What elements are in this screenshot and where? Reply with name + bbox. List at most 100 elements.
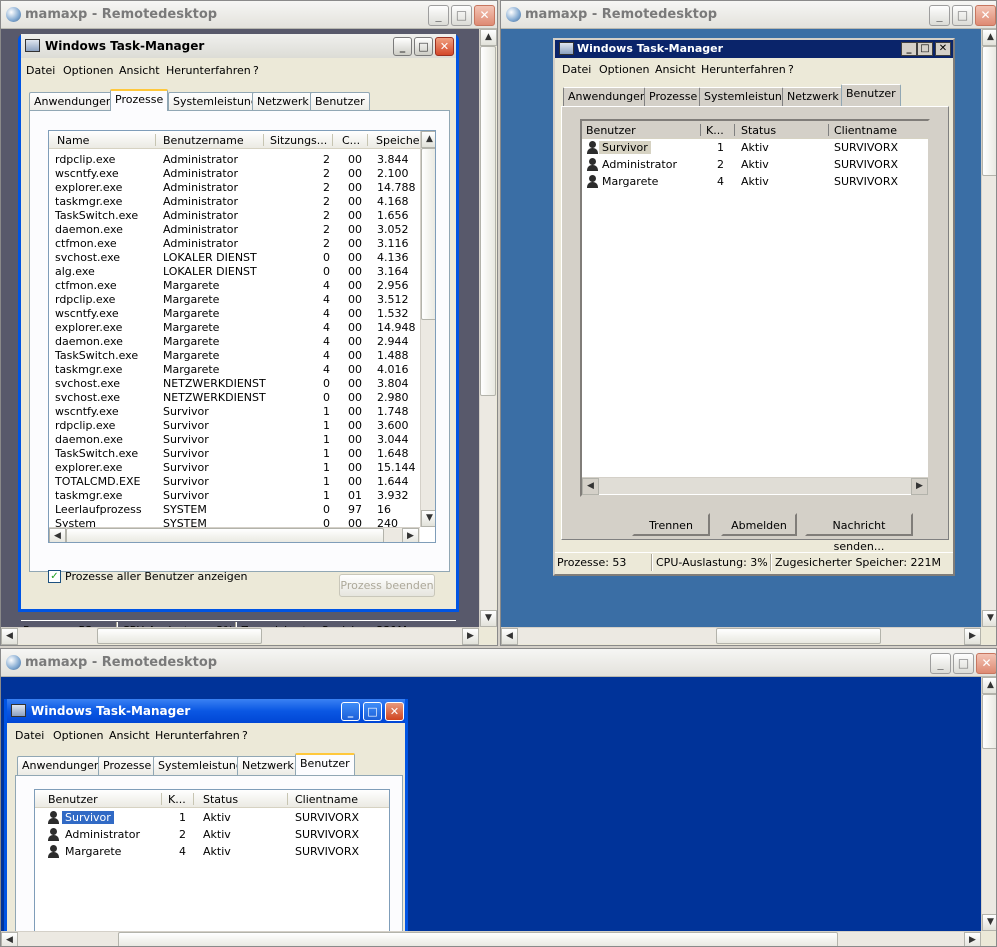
process-row[interactable]: ctfmon.exe Administrator 2 00 3.116 xyxy=(49,237,420,251)
col-clientname[interactable]: Clientname xyxy=(834,124,897,137)
minimize-icon[interactable]: _ xyxy=(341,702,360,721)
user-row[interactable]: Survivor 1 Aktiv SURVIVORX xyxy=(582,141,922,155)
tab-netzwerk[interactable]: Netzwerk xyxy=(252,92,314,111)
col-kennung[interactable]: K... xyxy=(706,124,724,137)
process-list-vscroll[interactable]: ▲ ▼ xyxy=(420,131,435,527)
scroll-left-icon[interactable]: ◀ xyxy=(501,628,518,645)
user-row[interactable]: Survivor 1 Aktiv SURVIVORX xyxy=(35,811,375,825)
scroll-right-icon[interactable]: ▶ xyxy=(462,628,479,645)
tab-anwendungen[interactable]: Anwendungen xyxy=(29,92,118,111)
close-icon[interactable]: ✕ xyxy=(975,5,996,26)
col-speicher[interactable]: Speicher xyxy=(376,134,424,147)
minimize-icon[interactable]: _ xyxy=(428,5,449,26)
end-process-button[interactable]: Prozess beenden xyxy=(339,574,435,597)
menu-datei[interactable]: Datei xyxy=(15,729,44,742)
col-benutzername[interactable]: Benutzername xyxy=(163,134,244,147)
remote-titlebar[interactable]: mamaxp - Remotedesktop _ □ ✕ xyxy=(501,1,996,29)
process-row[interactable]: Leerlaufprozess SYSTEM 0 97 16 xyxy=(49,503,420,517)
remote-vscroll[interactable]: ▲ ▼ xyxy=(981,677,996,931)
scroll-thumb[interactable] xyxy=(118,932,838,946)
process-row[interactable]: ctfmon.exe Margarete 4 00 2.956 xyxy=(49,279,420,293)
scroll-right-icon[interactable]: ▶ xyxy=(911,478,928,495)
scroll-up-icon[interactable]: ▲ xyxy=(982,29,996,46)
process-row[interactable]: explorer.exe Margarete 4 00 14.948 xyxy=(49,321,420,335)
scroll-thumb[interactable] xyxy=(982,46,996,176)
menu-herunterfahren[interactable]: Herunterfahren xyxy=(155,729,240,742)
menu-help[interactable]: ? xyxy=(253,64,259,77)
process-row[interactable]: wscntfy.exe Survivor 1 00 1.748 xyxy=(49,405,420,419)
process-row[interactable]: TOTALCMD.EXE Survivor 1 00 1.644 xyxy=(49,475,420,489)
remote-titlebar[interactable]: mamaxp - Remotedesktop _ □ ✕ xyxy=(1,649,996,677)
remote-vscroll[interactable]: ▲ ▼ xyxy=(479,29,497,627)
maximize-icon[interactable]: □ xyxy=(917,42,933,56)
menu-herunterfahren[interactable]: Herunterfahren xyxy=(701,63,786,76)
col-kennung[interactable]: K... xyxy=(168,793,186,806)
remote-hscroll[interactable]: ◀ ▶ xyxy=(1,931,981,946)
send-message-button[interactable]: Nachricht senden... xyxy=(805,513,913,553)
tab-systemleistung[interactable]: Systemleistung xyxy=(168,92,263,111)
user-row[interactable]: Administrator 2 Aktiv SURVIVORX xyxy=(35,828,375,842)
process-row[interactable]: TaskSwitch.exe Margarete 4 00 1.488 xyxy=(49,349,420,363)
maximize-icon[interactable]: □ xyxy=(363,702,382,721)
process-row[interactable]: svchost.exe LOKALER DIENST 0 00 4.136 xyxy=(49,251,420,265)
col-cpu[interactable]: C... xyxy=(342,134,360,147)
menu-ansicht[interactable]: Ansicht xyxy=(109,729,150,742)
process-row[interactable]: svchost.exe NETZWERKDIENST 0 00 2.980 xyxy=(49,391,420,405)
scroll-thumb[interactable] xyxy=(716,628,881,644)
process-row[interactable]: rdpclip.exe Margarete 4 00 3.512 xyxy=(49,293,420,307)
disconnect-button[interactable]: Trennen xyxy=(632,513,710,536)
tm-titlebar[interactable]: Windows Task-Manager _ □ ✕ xyxy=(7,699,405,723)
tm-titlebar[interactable]: Windows Task-Manager _ □ ✕ xyxy=(555,40,953,58)
tab-systemleistung[interactable]: Systemleistung xyxy=(699,87,794,106)
tab-anwendungen[interactable]: Anwendungen xyxy=(17,756,106,775)
scroll-down-icon[interactable]: ▼ xyxy=(982,610,996,627)
tab-prozesse[interactable]: Prozesse xyxy=(98,756,157,775)
col-status[interactable]: Status xyxy=(741,124,776,137)
maximize-icon[interactable]: □ xyxy=(451,5,472,26)
minimize-icon[interactable]: _ xyxy=(393,37,412,56)
process-row[interactable]: TaskSwitch.exe Administrator 2 00 1.656 xyxy=(49,209,420,223)
process-row[interactable]: daemon.exe Margarete 4 00 2.944 xyxy=(49,335,420,349)
menu-help[interactable]: ? xyxy=(242,729,248,742)
logoff-button[interactable]: Abmelden xyxy=(721,513,797,536)
process-row[interactable]: wscntfy.exe Margarete 4 00 1.532 xyxy=(49,307,420,321)
menu-ansicht[interactable]: Ansicht xyxy=(119,64,160,77)
scroll-left-icon[interactable]: ◀ xyxy=(49,528,66,542)
process-row[interactable]: daemon.exe Administrator 2 00 3.052 xyxy=(49,223,420,237)
scroll-thumb[interactable] xyxy=(97,628,262,644)
scroll-left-icon[interactable]: ◀ xyxy=(582,478,599,495)
minimize-icon[interactable]: _ xyxy=(901,42,917,56)
tab-systemleistung[interactable]: Systemleistung xyxy=(153,756,248,775)
tab-prozesse[interactable]: Prozesse xyxy=(110,89,169,111)
process-row[interactable]: alg.exe LOKALER DIENST 0 00 3.164 xyxy=(49,265,420,279)
scroll-thumb[interactable] xyxy=(66,528,384,542)
scroll-right-icon[interactable]: ▶ xyxy=(964,932,981,946)
maximize-icon[interactable]: □ xyxy=(414,37,433,56)
scroll-thumb[interactable] xyxy=(982,694,996,749)
scroll-left-icon[interactable]: ◀ xyxy=(1,628,18,645)
tab-benutzer[interactable]: Benutzer xyxy=(310,92,370,111)
scroll-left-icon[interactable]: ◀ xyxy=(1,932,18,946)
minimize-icon[interactable]: _ xyxy=(930,653,951,674)
tab-benutzer[interactable]: Benutzer xyxy=(841,84,901,106)
tab-benutzer[interactable]: Benutzer xyxy=(295,753,355,775)
minimize-icon[interactable]: _ xyxy=(929,5,950,26)
process-row[interactable]: daemon.exe Survivor 1 00 3.044 xyxy=(49,433,420,447)
menu-help[interactable]: ? xyxy=(788,63,794,76)
show-all-checkbox[interactable]: ✓ xyxy=(48,570,61,583)
col-status[interactable]: Status xyxy=(203,793,238,806)
col-name[interactable]: Name xyxy=(57,134,89,147)
remote-titlebar[interactable]: mamaxp - Remotedesktop _ □ ✕ xyxy=(1,1,497,29)
col-sitzung[interactable]: Sitzungs... xyxy=(270,134,327,147)
process-row[interactable]: explorer.exe Administrator 2 00 14.788 xyxy=(49,181,420,195)
col-benutzer[interactable]: Benutzer xyxy=(586,124,636,137)
process-list[interactable]: Name Benutzername Sitzungs... C... Speic… xyxy=(48,130,436,543)
menu-optionen[interactable]: Optionen xyxy=(53,729,103,742)
process-row[interactable]: taskmgr.exe Margarete 4 00 4.016 xyxy=(49,363,420,377)
tab-prozesse[interactable]: Prozesse xyxy=(644,87,703,106)
menu-optionen[interactable]: Optionen xyxy=(599,63,649,76)
user-row[interactable]: Margarete 4 Aktiv SURVIVORX xyxy=(582,175,922,189)
close-icon[interactable]: ✕ xyxy=(976,653,996,674)
close-icon[interactable]: ✕ xyxy=(935,42,951,56)
scroll-up-icon[interactable]: ▲ xyxy=(421,131,435,148)
